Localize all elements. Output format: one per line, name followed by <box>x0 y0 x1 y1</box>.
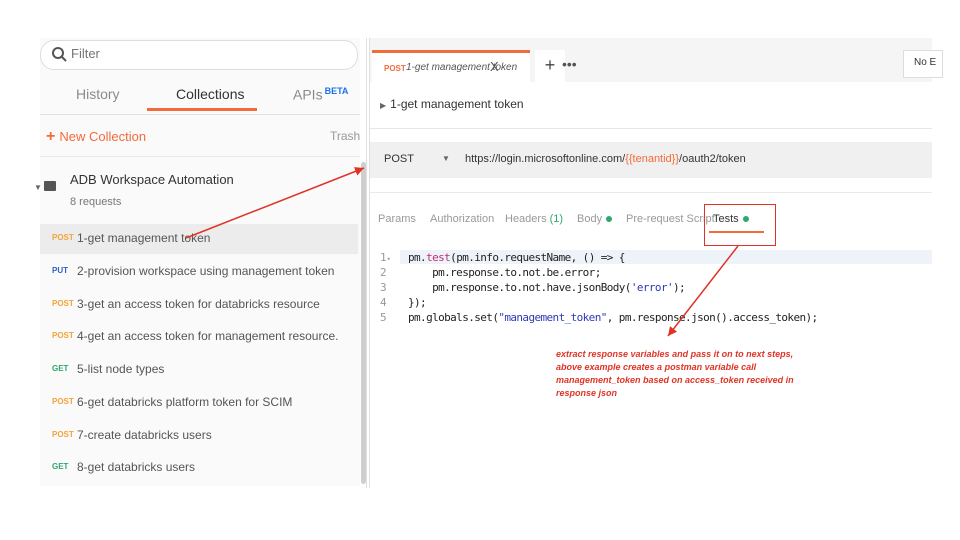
annotation-arrows <box>185 167 739 337</box>
arrow-to-code <box>667 245 739 337</box>
arrow-to-url <box>185 167 365 239</box>
